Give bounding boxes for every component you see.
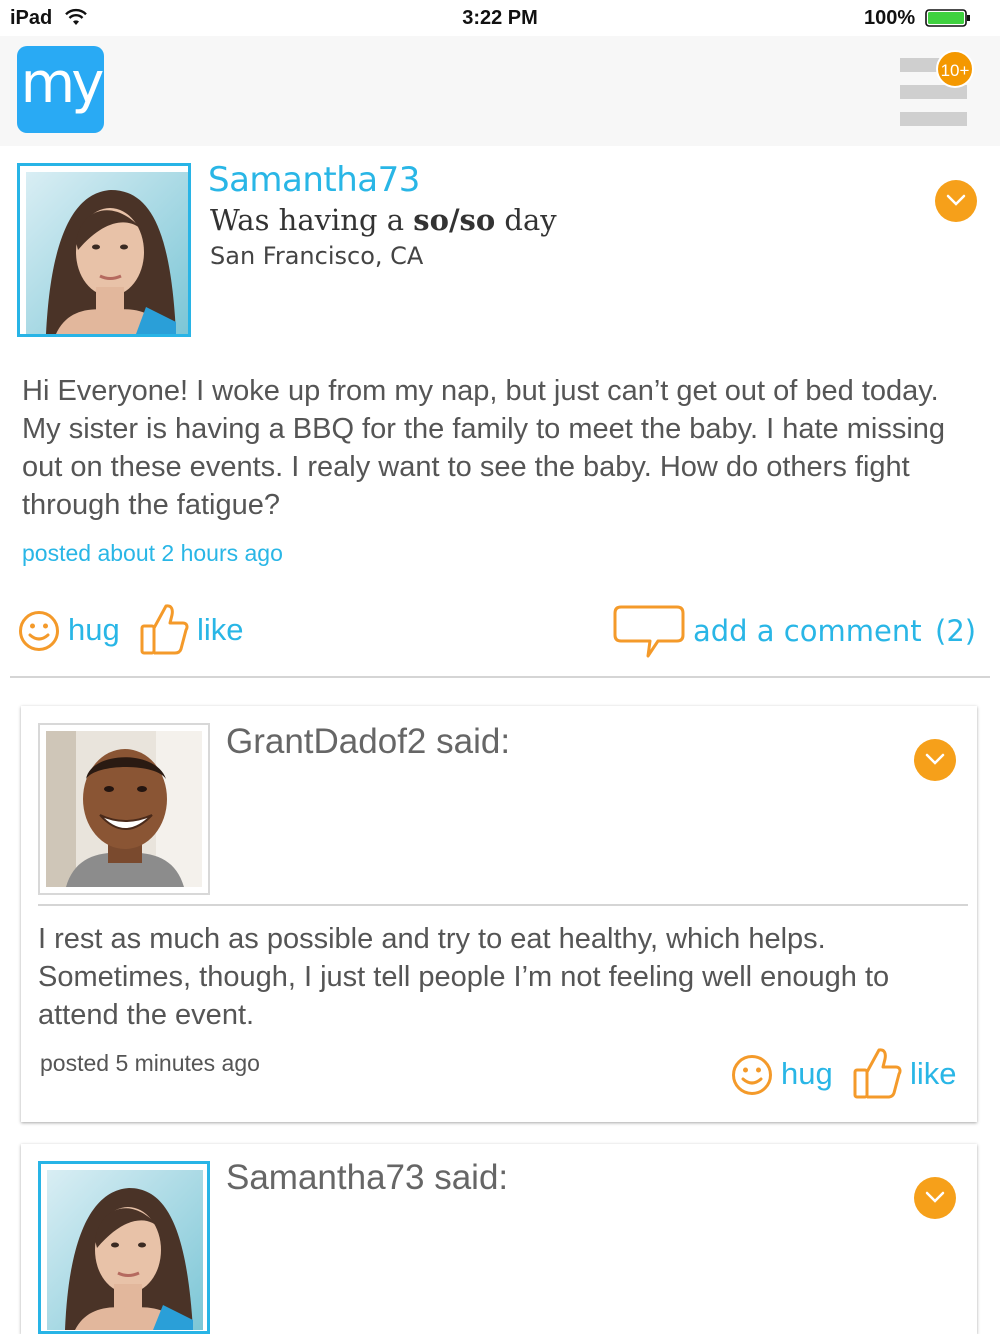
avatar[interactable]: [17, 163, 191, 337]
post-body: Hi Everyone! I woke up from my nap, but …: [22, 375, 946, 521]
post-username[interactable]: Samantha73: [208, 160, 420, 200]
like-button[interactable]: like: [910, 1056, 957, 1092]
comment-count[interactable]: (2): [935, 614, 976, 648]
battery-icon: [925, 9, 970, 27]
clock: 3:22 PM: [462, 7, 538, 29]
logo-text: my: [20, 51, 105, 116]
like-button[interactable]: like: [197, 612, 244, 648]
mood-suffix: day: [495, 203, 557, 237]
divider: [10, 676, 990, 678]
battery-percent: 100%: [864, 7, 916, 29]
comment-timestamp: posted 5 minutes ago: [40, 1050, 260, 1076]
avatar-photo: [47, 1170, 203, 1330]
avatar-photo: [46, 731, 202, 887]
chevron-down-icon: [946, 194, 966, 206]
post-mood: Was having a so/so day: [210, 203, 557, 237]
thumbs-up-icon[interactable]: [139, 602, 189, 656]
avatar[interactable]: [38, 1161, 210, 1334]
comment-card: Samantha73 said:: [21, 1144, 977, 1334]
notification-badge[interactable]: 10+: [936, 50, 974, 88]
post-options-button[interactable]: [935, 180, 977, 222]
menu-bar: [900, 112, 967, 126]
chevron-down-icon: [925, 1191, 945, 1203]
status-bar: iPad 3:22 PM 100%: [0, 0, 1000, 36]
hug-button[interactable]: hug: [781, 1056, 833, 1092]
comment-author: Samantha73 said:: [226, 1158, 509, 1197]
divider: [38, 904, 968, 906]
comment-bubble-icon[interactable]: [612, 604, 686, 660]
mood-value: so/so: [413, 203, 496, 237]
comment-author: GrantDadof2 said:: [226, 722, 511, 761]
app-header: my: [0, 36, 1000, 146]
post-location: San Francisco, CA: [210, 242, 424, 270]
smiley-icon[interactable]: [18, 610, 60, 652]
smiley-icon[interactable]: [731, 1054, 773, 1096]
avatar-photo: [26, 172, 188, 334]
avatar[interactable]: [38, 723, 210, 895]
comment-options-button[interactable]: [914, 1177, 956, 1219]
post-timestamp: posted about 2 hours ago: [22, 540, 283, 566]
thumbs-up-icon[interactable]: [852, 1046, 902, 1100]
comment-options-button[interactable]: [914, 739, 956, 781]
mood-prefix: Was having a: [210, 203, 414, 237]
hug-button[interactable]: hug: [68, 612, 120, 648]
add-comment-button[interactable]: add a comment: [693, 614, 922, 648]
comment-card: GrantDadof2 said: I rest as much as poss…: [21, 706, 977, 1122]
comment-body: I rest as much as possible and try to ea…: [38, 923, 890, 1031]
app-logo[interactable]: my: [17, 46, 104, 133]
chevron-down-icon: [925, 753, 945, 765]
